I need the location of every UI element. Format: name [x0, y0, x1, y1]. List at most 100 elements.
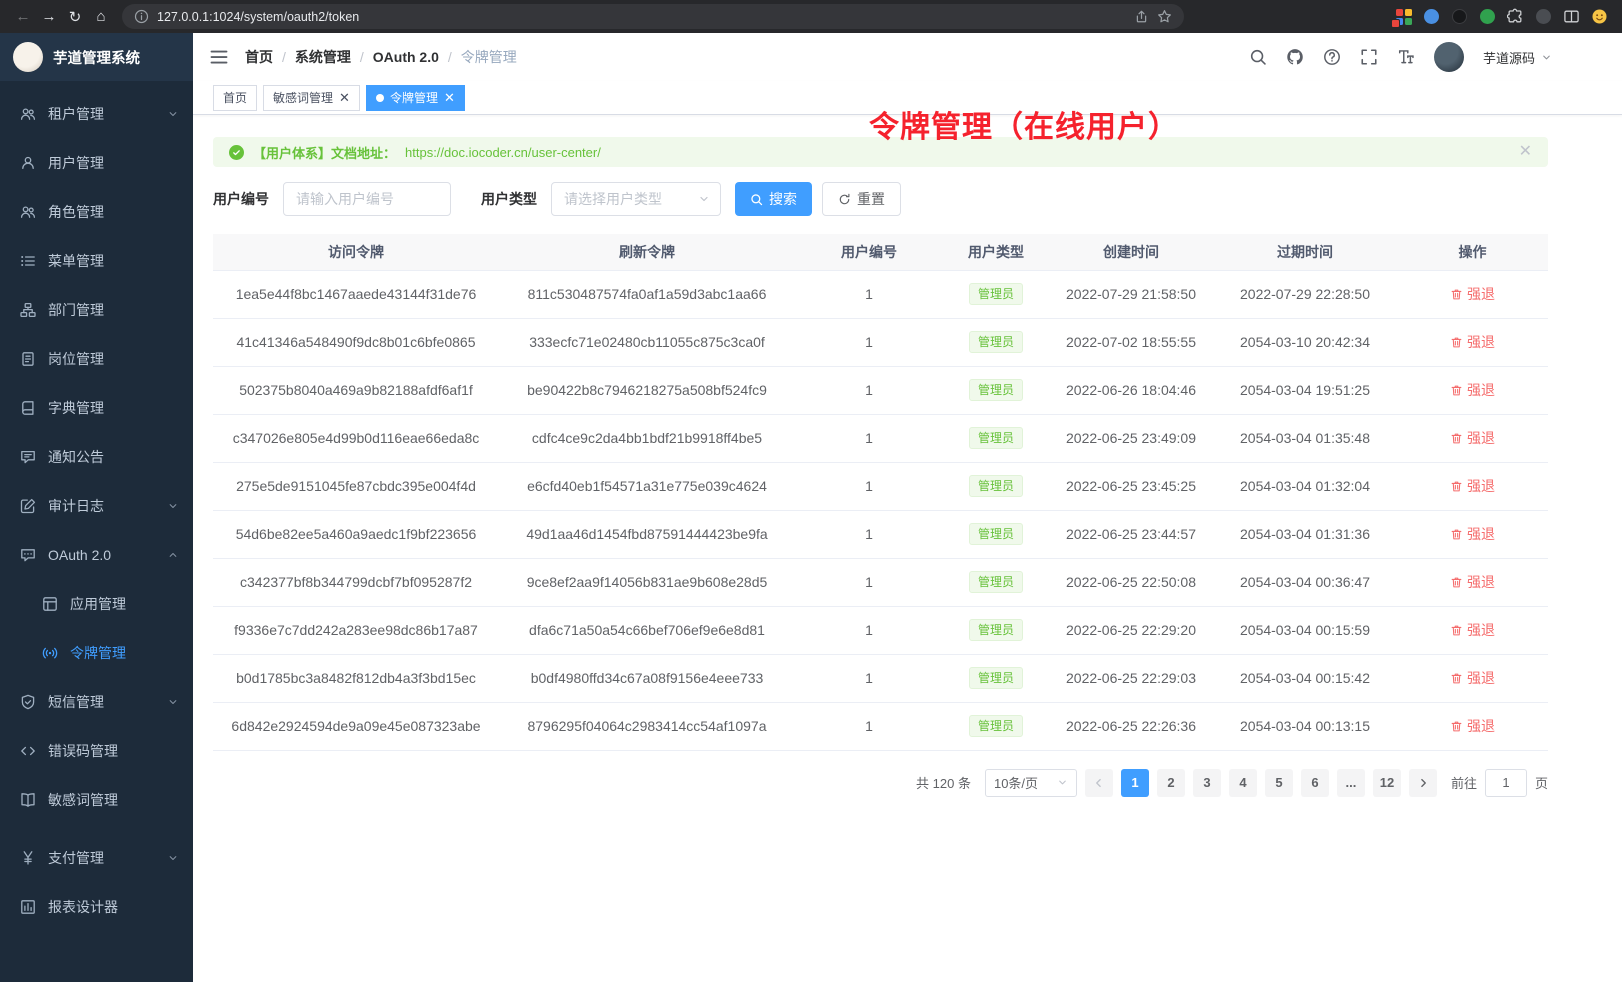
- next-page-button[interactable]: [1409, 769, 1437, 797]
- breadcrumb-item: 令牌管理: [461, 47, 517, 67]
- split-view-icon[interactable]: [1563, 8, 1580, 25]
- tab-close-icon[interactable]: ✕: [444, 91, 455, 104]
- breadcrumb-item[interactable]: 首页: [245, 47, 273, 67]
- sidebar-item-notice[interactable]: 通知公告: [0, 432, 193, 481]
- site-info-icon[interactable]: [134, 9, 149, 24]
- sidebar-item-audit-log[interactable]: 审计日志: [0, 481, 193, 530]
- sidebar-item-label: 字典管理: [48, 398, 179, 418]
- sidebar-item-report-designer[interactable]: 报表设计器: [0, 882, 193, 931]
- alert-close-icon[interactable]: ✕: [1519, 144, 1532, 160]
- page-button-6[interactable]: 6: [1301, 769, 1329, 797]
- extension-blue-icon[interactable]: [1423, 8, 1440, 25]
- sidebar-item-error-code[interactable]: 错误码管理: [0, 726, 193, 775]
- force-logout-button[interactable]: 强退: [1450, 716, 1495, 736]
- reset-button[interactable]: 重置: [822, 182, 901, 216]
- extension-dark-icon[interactable]: [1451, 8, 1468, 25]
- extension-green-icon[interactable]: [1479, 8, 1496, 25]
- force-logout-button[interactable]: 强退: [1450, 668, 1495, 688]
- puzzle-extensions-icon[interactable]: [1507, 8, 1524, 25]
- profile-avatar-icon[interactable]: [1591, 8, 1608, 25]
- force-logout-button[interactable]: 强退: [1450, 476, 1495, 496]
- sidebar-toggle-icon[interactable]: [209, 47, 229, 67]
- trash-icon: [1450, 624, 1463, 637]
- table-row: 41c41346a548490f9dc8b01c6bfe0865333ecfc7…: [213, 318, 1548, 366]
- created-at-cell: 2022-06-25 22:50:08: [1049, 558, 1213, 606]
- user-type-select[interactable]: 请选择用户类型: [551, 182, 721, 216]
- extensions-grid-icon[interactable]: [1395, 8, 1412, 25]
- search-button[interactable]: 搜索: [735, 182, 812, 216]
- breadcrumb-item[interactable]: OAuth 2.0: [373, 49, 439, 65]
- browser-back-button[interactable]: ←: [10, 5, 36, 29]
- sidebar-item-post[interactable]: 岗位管理: [0, 334, 193, 383]
- sidebar-item-sensitive-word[interactable]: 敏感词管理: [0, 775, 193, 824]
- browser-forward-button[interactable]: →: [36, 5, 62, 29]
- user-type-cell: 管理员: [943, 510, 1049, 558]
- force-logout-button[interactable]: 强退: [1450, 428, 1495, 448]
- user-id-input[interactable]: [283, 182, 451, 216]
- table-row: f9336e7c7dd242a283ee98dc86b17a87dfa6c71a…: [213, 606, 1548, 654]
- share-icon[interactable]: [1134, 9, 1149, 24]
- page-button-1[interactable]: 1: [1121, 769, 1149, 797]
- tab-sensitive-word[interactable]: 敏感词管理✕: [263, 85, 360, 111]
- sidebar-item-sms[interactable]: 短信管理: [0, 677, 193, 726]
- force-logout-button[interactable]: 强退: [1450, 284, 1495, 304]
- page-button-12[interactable]: 12: [1373, 769, 1401, 797]
- user-avatar[interactable]: [1434, 42, 1464, 72]
- browser-reload-button[interactable]: ↻: [62, 5, 88, 29]
- fullscreen-icon[interactable]: [1360, 48, 1378, 66]
- refresh-token-cell: be90422b8c7946218275a508bf524fc9: [499, 366, 795, 414]
- token-table: 访问令牌刷新令牌用户编号用户类型创建时间过期时间操作 1ea5e44f8bc14…: [213, 234, 1548, 751]
- extension-gray-icon[interactable]: [1535, 8, 1552, 25]
- sidebar-item-role[interactable]: 角色管理: [0, 187, 193, 236]
- bookmark-star-icon[interactable]: [1157, 9, 1172, 24]
- user-type-cell: 管理员: [943, 654, 1049, 702]
- user-type-badge: 管理员: [969, 331, 1023, 353]
- sidebar-item-dict[interactable]: 字典管理: [0, 383, 193, 432]
- search-icon[interactable]: [1249, 48, 1267, 66]
- list-icon: [20, 253, 36, 269]
- page-button-2[interactable]: 2: [1157, 769, 1185, 797]
- table-row: 275e5de9151045fe87cbdc395e004f4de6cfd40e…: [213, 462, 1548, 510]
- goto-page-input[interactable]: [1485, 769, 1527, 797]
- sidebar-item-tenant[interactable]: 租户管理: [0, 89, 193, 138]
- page-button-3[interactable]: 3: [1193, 769, 1221, 797]
- tab-home[interactable]: 首页: [213, 85, 257, 111]
- github-icon[interactable]: [1286, 48, 1304, 66]
- page-button-5[interactable]: 5: [1265, 769, 1293, 797]
- force-logout-button[interactable]: 强退: [1450, 620, 1495, 640]
- table-row: c347026e805e4d99b0d116eae66eda8ccdfc4ce9…: [213, 414, 1548, 462]
- tab-close-icon[interactable]: ✕: [339, 91, 350, 104]
- force-logout-button[interactable]: 强退: [1450, 524, 1495, 544]
- help-icon[interactable]: [1323, 48, 1341, 66]
- badge-icon: [20, 351, 36, 367]
- user-type-badge: 管理员: [969, 715, 1023, 737]
- app-logo[interactable]: 芋道管理系统: [0, 33, 193, 81]
- column-header: 操作: [1397, 234, 1548, 270]
- force-logout-button[interactable]: 强退: [1450, 332, 1495, 352]
- prev-page-button[interactable]: [1085, 769, 1113, 797]
- chevron-down-icon: [1057, 777, 1068, 788]
- user-menu[interactable]: 芋道源码: [1483, 48, 1552, 67]
- sidebar-item-dept[interactable]: 部门管理: [0, 285, 193, 334]
- breadcrumb-item[interactable]: 系统管理: [295, 47, 351, 67]
- column-header: 用户编号: [795, 234, 943, 270]
- sidebar-item-pay[interactable]: 支付管理: [0, 833, 193, 882]
- table-row: 502375b8040a469a9b82188afdf6af1fbe90422b…: [213, 366, 1548, 414]
- sidebar-item-oauth2-app[interactable]: 应用管理: [0, 579, 193, 628]
- doc-link[interactable]: https://doc.iocoder.cn/user-center/: [405, 145, 601, 160]
- force-logout-button[interactable]: 强退: [1450, 380, 1495, 400]
- sidebar-item-menu[interactable]: 菜单管理: [0, 236, 193, 285]
- sidebar-item-oauth2-token[interactable]: 令牌管理: [0, 628, 193, 677]
- sidebar-item-user[interactable]: 用户管理: [0, 138, 193, 187]
- force-logout-button[interactable]: 强退: [1450, 572, 1495, 592]
- sidebar-item-label: 短信管理: [48, 692, 155, 712]
- sidebar-item-oauth2[interactable]: OAuth 2.0: [0, 530, 193, 579]
- page-size-select[interactable]: 10条/页: [985, 769, 1077, 797]
- tab-oauth2-token[interactable]: 令牌管理✕: [366, 85, 465, 111]
- font-size-icon[interactable]: [1397, 48, 1415, 66]
- more-pages-button[interactable]: ...: [1337, 769, 1365, 797]
- browser-home-button[interactable]: ⌂: [88, 5, 114, 29]
- url-bar[interactable]: 127.0.0.1:1024/system/oauth2/token: [122, 4, 1184, 29]
- page-button-4[interactable]: 4: [1229, 769, 1257, 797]
- user-icon: [20, 155, 36, 171]
